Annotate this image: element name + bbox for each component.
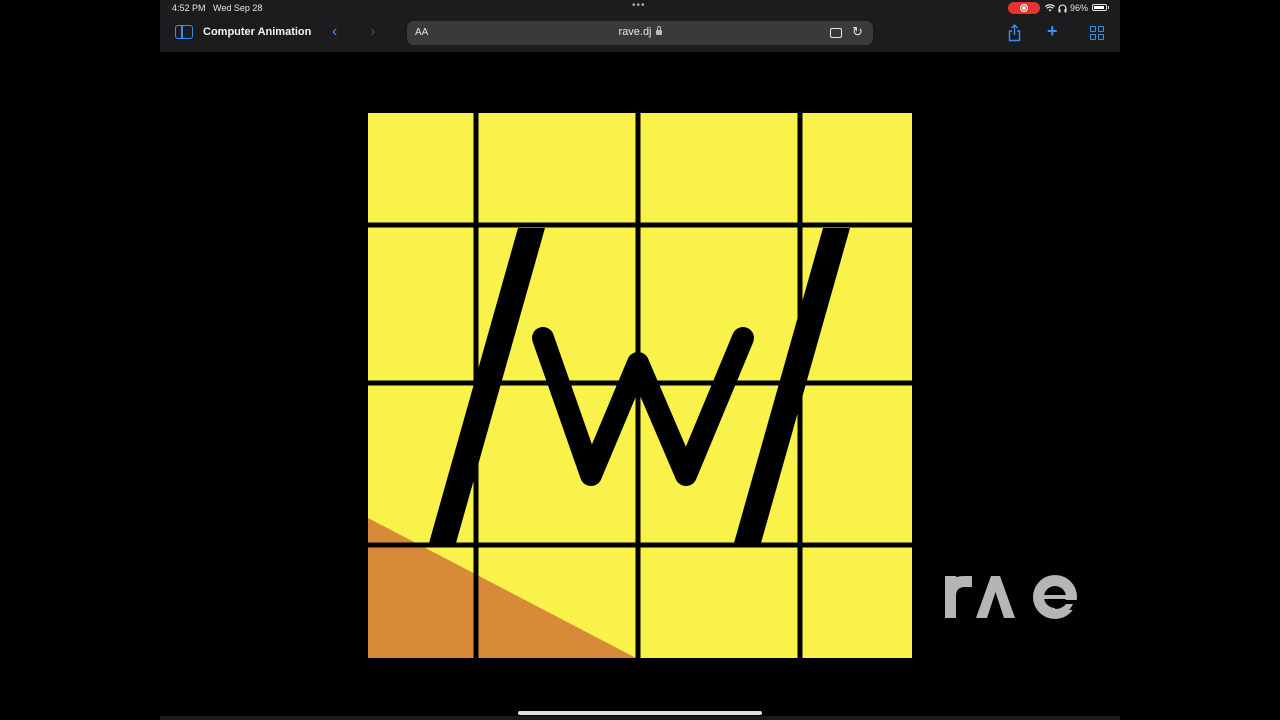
home-indicator[interactable]: [518, 711, 762, 715]
safari-toolbar: Computer Animation ‹ › AA rave.dj ↻ +: [160, 16, 1120, 52]
headphones-icon: [1058, 3, 1067, 12]
video-frame: [368, 113, 912, 658]
new-tab-plus-icon[interactable]: +: [1047, 21, 1058, 42]
wifi-icon: [1045, 4, 1055, 12]
back-chevron-icon[interactable]: ‹: [332, 23, 337, 41]
battery-percent: 96%: [1070, 3, 1089, 13]
share-icon[interactable]: [1008, 24, 1021, 42]
status-bar: 4:52 PM Wed Sep 28 ••• 96%: [160, 0, 1120, 16]
status-date: Wed Sep 28: [213, 3, 263, 13]
rave-watermark-logo: [945, 575, 1079, 619]
status-time: 4:52 PM: [172, 3, 206, 13]
reload-icon[interactable]: ↻: [852, 24, 863, 40]
battery-icon: [1092, 4, 1109, 11]
multitasking-dots-icon[interactable]: •••: [632, 0, 646, 11]
sidebar-toggle-icon[interactable]: [175, 25, 193, 39]
ipad-screen: 4:52 PM Wed Sep 28 ••• 96% Computer Anim…: [160, 0, 1120, 720]
bottom-edge: [160, 716, 1120, 720]
tab-group-title[interactable]: Computer Animation: [203, 26, 311, 38]
address-bar[interactable]: AA rave.dj ↻: [407, 21, 873, 45]
tab-overview-icon[interactable]: [1090, 26, 1104, 40]
picture-in-picture-icon[interactable]: [830, 28, 842, 38]
url-text: rave.dj: [618, 26, 652, 38]
screen-recording-icon[interactable]: [1008, 2, 1040, 14]
forward-chevron-icon[interactable]: ›: [370, 23, 375, 41]
lock-icon: [655, 26, 662, 35]
